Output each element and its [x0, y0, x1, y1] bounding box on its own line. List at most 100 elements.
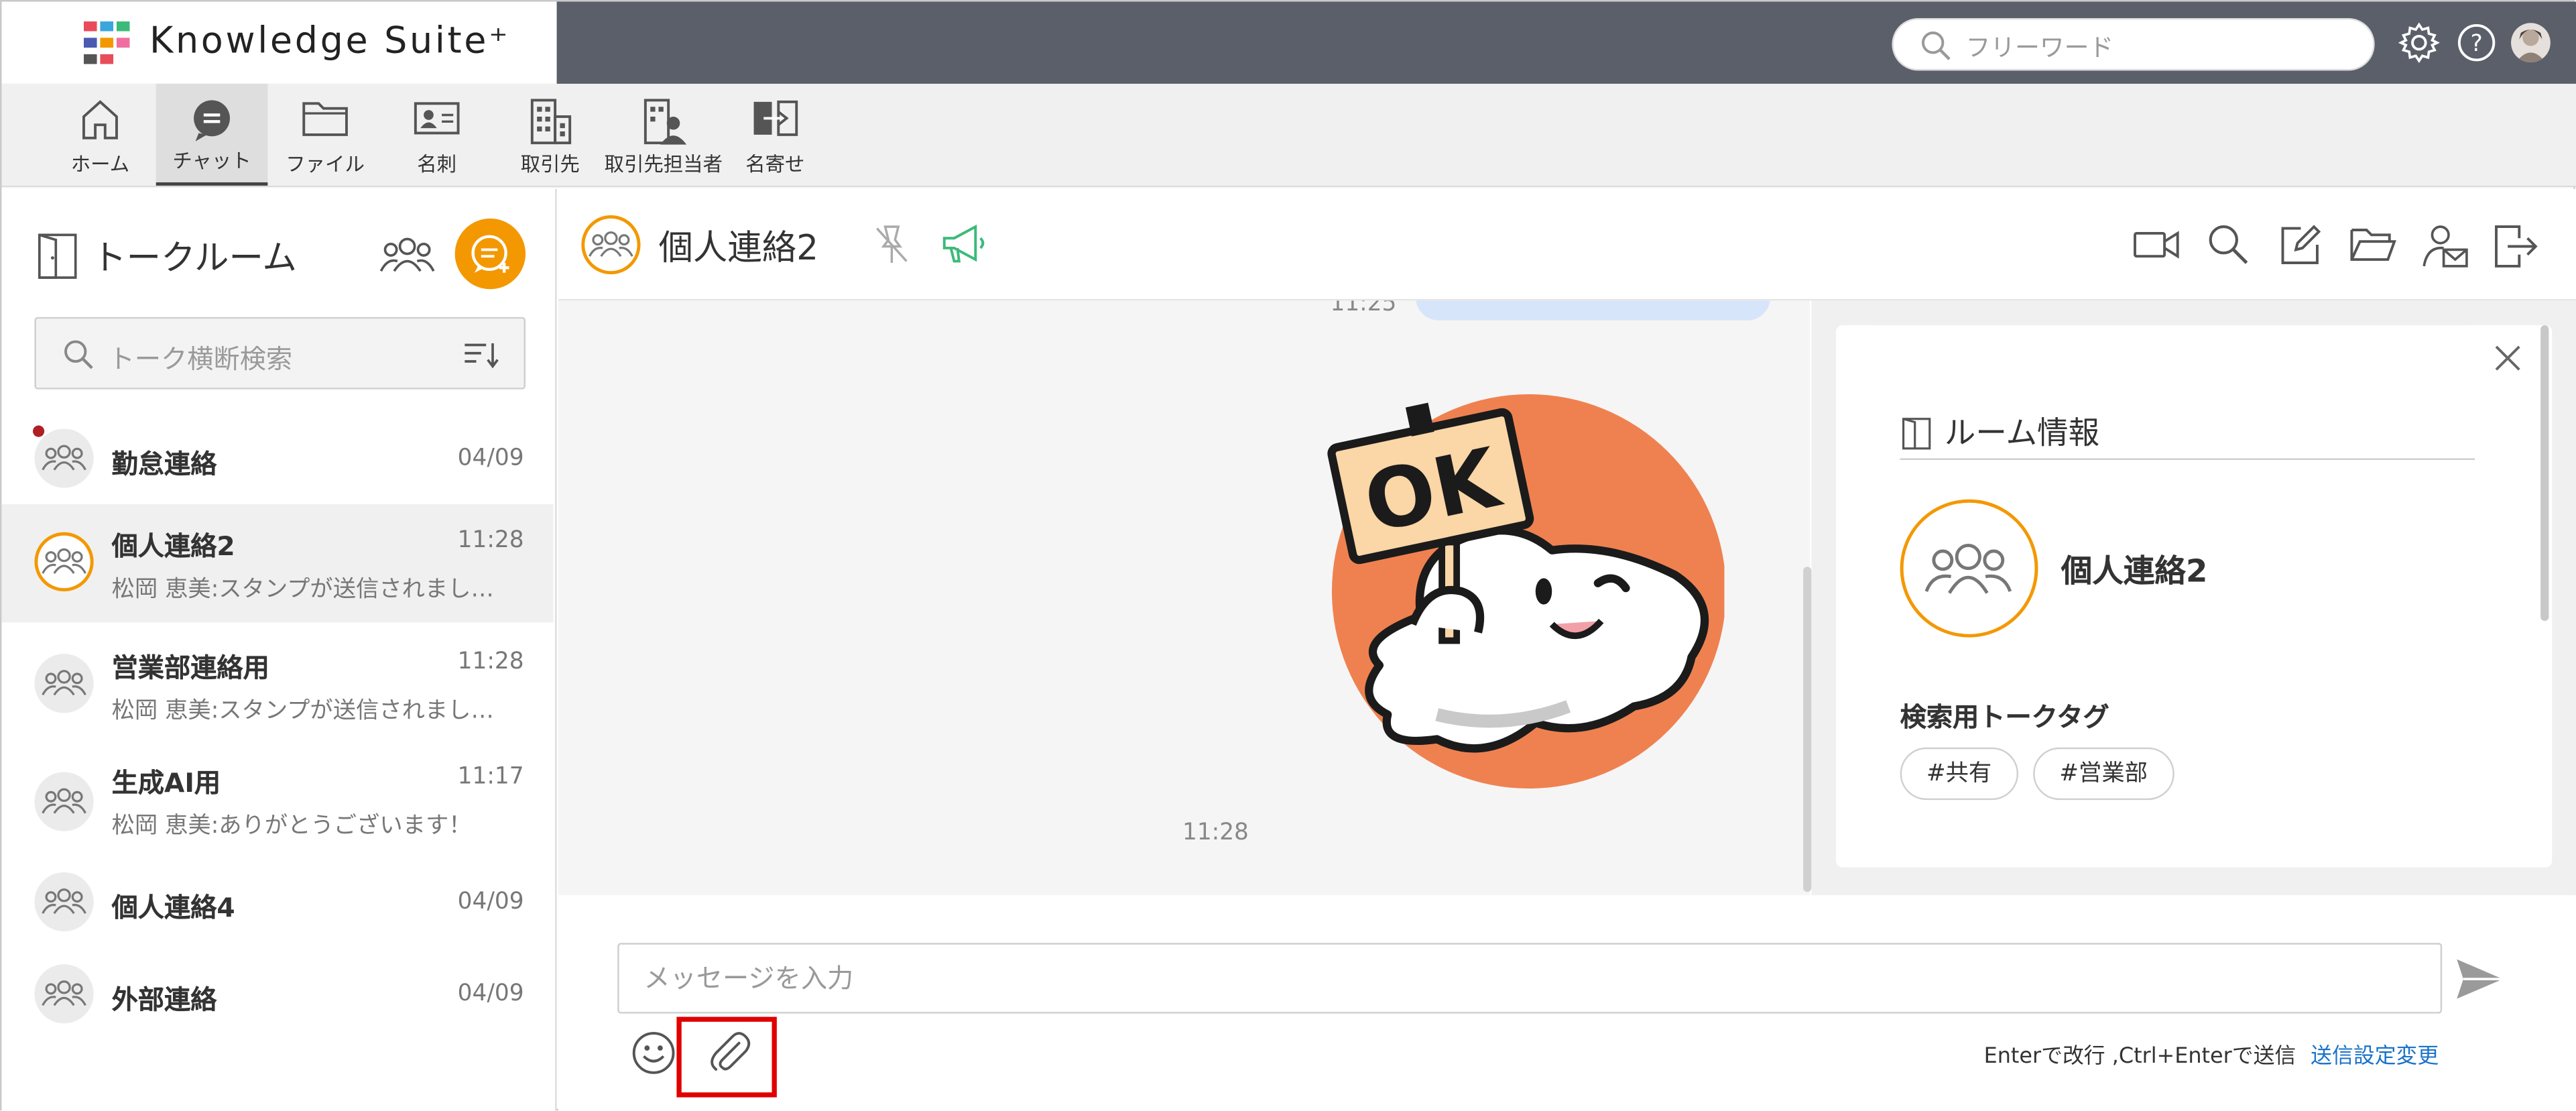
- room-info-scrollbar[interactable]: [2540, 325, 2549, 622]
- nav-client[interactable]: 取引先: [504, 84, 596, 186]
- unpin-icon[interactable]: [871, 222, 914, 268]
- room-item-active[interactable]: 個人連絡2 11:28 松岡 恵美:スタンプが送信されまし…: [1, 504, 554, 623]
- talk-search-placeholder: トーク横断検索: [108, 343, 293, 375]
- app-logo-icon: [83, 21, 130, 64]
- room-avatar: [34, 772, 94, 831]
- room-name: 生成AI用: [111, 767, 221, 799]
- attach-highlight: [676, 1016, 777, 1098]
- group-icon: [42, 445, 86, 471]
- room-avatar: [34, 654, 94, 713]
- nav-home-label: ホーム: [70, 152, 130, 176]
- help-icon[interactable]: ?: [2455, 21, 2498, 64]
- nav-chat-label: チャット: [172, 149, 251, 173]
- exit-icon[interactable]: [2492, 222, 2541, 272]
- room-item[interactable]: 生成AI用 11:17 松岡 恵美:ありがとうございます！: [1, 744, 553, 862]
- chat-header: 個人連絡2: [558, 188, 2576, 301]
- user-avatar[interactable]: [2511, 23, 2551, 63]
- group-icon: [42, 980, 86, 1006]
- home-icon: [82, 100, 118, 139]
- folder-open-icon[interactable]: [2349, 222, 2398, 268]
- megaphone-icon[interactable]: [939, 222, 989, 268]
- emoji-icon[interactable]: [631, 1030, 677, 1076]
- group-icon: [42, 548, 86, 574]
- nav-file[interactable]: ファイル: [274, 84, 376, 186]
- nav-business-card-label: 名刺: [417, 152, 457, 176]
- talk-search-input[interactable]: トーク横断検索: [34, 316, 526, 390]
- close-icon[interactable]: [2492, 342, 2524, 375]
- message-input[interactable]: メッセージを入力: [617, 943, 2443, 1014]
- room-name: 個人連絡4: [111, 892, 235, 923]
- room-info-card: ルーム情報 個人連絡2 検索用トークタグ #共有 #営業部: [1836, 325, 2553, 868]
- search-icon: [1921, 32, 1951, 60]
- room-date: 11:17: [457, 764, 524, 791]
- room-name: 勤怠連絡: [111, 448, 217, 480]
- message-time: 11:25: [1330, 300, 1397, 317]
- nav-client-contact[interactable]: 取引先担当者: [603, 84, 724, 186]
- message-bubble[interactable]: [1415, 300, 1771, 320]
- nav-client-label: 取引先: [520, 152, 580, 176]
- talk-tag[interactable]: #営業部: [2033, 747, 2174, 801]
- room-info-panel: ルーム情報 個人連絡2 検索用トークタグ #共有 #営業部: [1811, 300, 2576, 896]
- app-name: Knowledge Suite⁺: [149, 21, 511, 63]
- chat-room-title: 個人連絡2: [658, 228, 819, 268]
- svg-text:?: ?: [2470, 30, 2482, 57]
- talk-tag-label: 検索用トークタグ: [1900, 701, 2109, 733]
- video-call-icon[interactable]: [2132, 222, 2181, 268]
- global-search-input[interactable]: フリーワード: [1892, 17, 2375, 71]
- search-icon: [64, 340, 93, 369]
- room-name: 個人連絡2: [111, 530, 235, 562]
- divider: [1900, 458, 2475, 460]
- nav-client-contact-label: 取引先担当者: [604, 152, 723, 176]
- folder-icon: [302, 102, 348, 136]
- ok-ghost-sticker[interactable]: OK: [1322, 394, 1725, 805]
- nav-file-label: ファイル: [286, 152, 365, 176]
- app-window: Knowledge Suite⁺ フリーワード ? ホーム チャット ファイル …: [0, 0, 2576, 1111]
- nav-merge[interactable]: 名寄せ: [734, 84, 816, 186]
- room-info-title: ルーム情報: [1944, 415, 2100, 452]
- room-preview: 松岡 恵美:スタンプが送信されまし…: [111, 698, 494, 725]
- gear-icon[interactable]: [2398, 21, 2441, 64]
- member-mail-icon[interactable]: [2420, 222, 2470, 272]
- business-card-icon: [414, 102, 460, 135]
- send-icon[interactable]: [2453, 956, 2506, 1002]
- group-members-icon[interactable]: [379, 231, 435, 278]
- talk-tag[interactable]: #共有: [1900, 747, 2018, 801]
- talkroom-title: トークルーム: [92, 238, 297, 278]
- group-icon: [42, 670, 86, 696]
- chat-scrollbar[interactable]: [1803, 567, 1812, 892]
- room-date: 11:28: [457, 648, 524, 675]
- door-icon: [1902, 418, 1931, 450]
- nav-home[interactable]: ホーム: [54, 84, 146, 186]
- merge-icon: [753, 100, 798, 136]
- send-settings-link[interactable]: 送信設定変更: [2311, 1038, 2439, 1069]
- chat-room-avatar: [581, 215, 641, 275]
- room-avatar: [34, 964, 94, 1024]
- room-item[interactable]: 外部連絡 04/09: [1, 951, 553, 1067]
- room-name: 営業部連絡用: [111, 652, 269, 684]
- room-preview: 松岡 恵美:ありがとうございます！: [111, 813, 472, 839]
- room-date: 04/09: [457, 888, 524, 915]
- chat-icon: [194, 100, 230, 141]
- room-item[interactable]: 勤怠連絡 04/09: [1, 402, 553, 518]
- search-icon[interactable]: [2205, 222, 2252, 268]
- room-item[interactable]: 営業部連絡用 11:28 松岡 恵美:スタンプが送信されまし…: [1, 626, 553, 744]
- brand-area[interactable]: Knowledge Suite⁺: [1, 1, 557, 84]
- room-date: 11:28: [457, 527, 524, 554]
- room-name: 外部連絡: [111, 984, 217, 1016]
- group-icon: [1924, 543, 2012, 594]
- new-talk-button[interactable]: [454, 218, 526, 290]
- nav-merge-label: 名寄せ: [745, 152, 805, 176]
- door-icon: [38, 233, 77, 279]
- room-preview: 松岡 恵美:スタンプが送信されまし…: [111, 576, 494, 603]
- group-icon: [42, 888, 86, 915]
- message-composer: メッセージを入力 Enterで改行 ,Ctrl+Enterで送信 送信設定変更: [558, 895, 2576, 1111]
- sort-icon[interactable]: [463, 340, 499, 369]
- app-nav: ホーム チャット ファイル 名刺 取引先 取引先担当者 名寄せ: [1, 83, 2576, 188]
- send-hint: Enterで改行 ,Ctrl+Enterで送信: [1983, 1045, 2296, 1069]
- edit-icon[interactable]: [2278, 222, 2324, 268]
- nav-chat[interactable]: チャット: [156, 83, 268, 186]
- room-date: 04/09: [457, 445, 524, 472]
- global-search-placeholder: フリーワード: [1965, 33, 2114, 63]
- nav-business-card[interactable]: 名刺: [389, 84, 485, 186]
- chat-messages: 11:25 OK 11:28: [558, 300, 1810, 896]
